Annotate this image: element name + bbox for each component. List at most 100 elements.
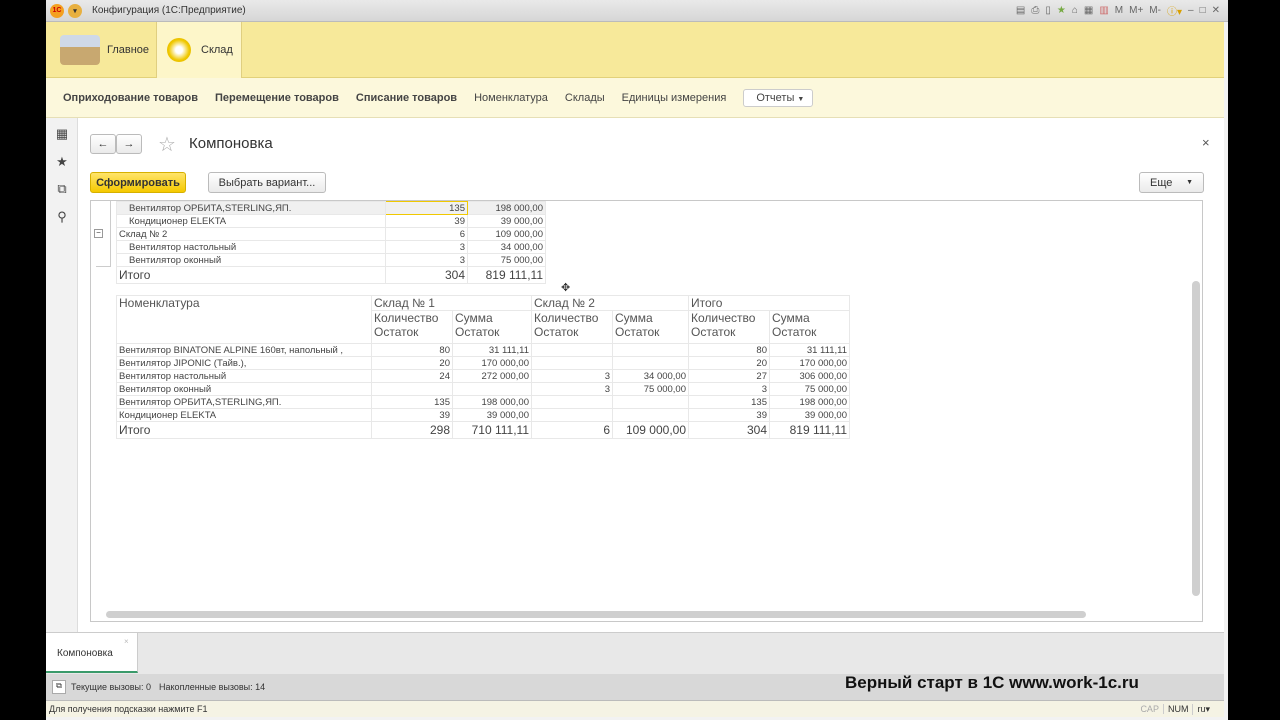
- cell-value: [612, 343, 689, 357]
- generate-button[interactable]: Сформировать: [90, 172, 186, 193]
- favorite-star-icon[interactable]: ☆: [158, 132, 176, 157]
- hint-bar: Для получения подсказки нажмите F1 CAP N…: [46, 700, 1224, 717]
- table-row: Вентилятор BINATONE ALPINE 160вт, наполь…: [116, 343, 850, 357]
- total-row: Итого 304 819 111,11: [116, 266, 546, 284]
- table-row: Вентилятор ОРБИТА,STERLING,ЯП. 135 198 000…: [116, 201, 546, 215]
- chevron-down-icon: ▼: [797, 95, 805, 103]
- cell-value: 170 000,00: [452, 356, 532, 370]
- language-indicator[interactable]: ru▾: [1192, 703, 1224, 715]
- info-icon[interactable]: ⓘ▾: [1167, 3, 1182, 18]
- print-icon[interactable]: ⎙: [1031, 5, 1039, 16]
- report-grouped-table: Вентилятор ОРБИТА,STERLING,ЯП. 135 198 000…: [116, 201, 546, 284]
- nav-transfer[interactable]: Перемещение товаров: [215, 92, 339, 104]
- menu-grid-icon[interactable]: ▦: [54, 126, 70, 142]
- maximize-button[interactable]: □: [1200, 5, 1206, 16]
- close-window-button[interactable]: ✕: [1212, 5, 1220, 16]
- horizontal-scrollbar[interactable]: [106, 611, 1086, 618]
- search-icon[interactable]: ⚲: [54, 209, 70, 225]
- close-tab-icon[interactable]: ×: [124, 637, 129, 646]
- cell-name: Вентилятор BINATONE ALPINE 160вт, наполь…: [116, 343, 372, 357]
- cell-value: 34 000,00: [612, 369, 689, 383]
- back-button[interactable]: ←: [90, 134, 116, 154]
- header-group: Склад № 2: [531, 295, 689, 311]
- window-title: Конфигурация (1С:Предприятие): [92, 5, 246, 16]
- title-bar: 1С ▾ Конфигурация (1С:Предприятие) ▤ ⎙ ▯ ★ ⌂…: [46, 0, 1228, 22]
- cell-name: Вентилятор оконный: [116, 382, 372, 396]
- cell-value: 20: [688, 356, 770, 370]
- cell-value: [531, 343, 613, 357]
- table-row: Вентилятор настольный 3 34 000,00: [116, 240, 546, 254]
- nav-nomenclature[interactable]: Номенклатура: [474, 92, 548, 104]
- cell-value: 20: [371, 356, 453, 370]
- close-form-button[interactable]: ×: [1202, 135, 1210, 150]
- cell-value: 24: [371, 369, 453, 383]
- cell-value: 31 111,11: [452, 343, 532, 357]
- table-row: Кондиционер ELEKTA 39 39 000,00: [116, 214, 546, 228]
- cell-value: 135: [371, 395, 453, 409]
- menu-dropdown-icon[interactable]: ▾: [68, 3, 82, 18]
- total-row: Итого 298 710 111,11 6 109 000,00 304 819 111,…: [116, 421, 850, 439]
- left-toolbar: ▦ ★ ⧉ ⚲: [46, 118, 78, 632]
- cell-value: 39: [371, 408, 453, 422]
- m-minus-button[interactable]: M-: [1149, 5, 1161, 16]
- cell-sum: 109 000,00: [467, 227, 546, 241]
- section-warehouse[interactable]: Склад: [156, 22, 242, 78]
- app-window: 1С ▾ Конфигурация (1С:Предприятие) ▤ ⎙ ▯ ★ ⌂…: [46, 0, 1228, 720]
- m-button[interactable]: M: [1115, 5, 1123, 16]
- more-button[interactable]: Еще ▼: [1139, 172, 1204, 193]
- cell-value: 39: [688, 408, 770, 422]
- cell-value: 198 000,00: [452, 395, 532, 409]
- section-label: Склад: [201, 44, 233, 56]
- forward-button[interactable]: →: [116, 134, 142, 154]
- cell-name: Кондиционер ELEKTA: [116, 214, 386, 228]
- cell-value: 272 000,00: [452, 369, 532, 383]
- home-icon[interactable]: ⌂: [1072, 5, 1078, 16]
- server-calls-icon[interactable]: ⧉: [52, 680, 66, 694]
- m-plus-button[interactable]: M+: [1129, 5, 1143, 16]
- cell-value: 135: [688, 395, 770, 409]
- choose-variant-button[interactable]: Выбрать вариант...: [208, 172, 326, 193]
- nav-warehouses[interactable]: Склады: [565, 92, 605, 104]
- open-windows-bar: Компоновка ×: [46, 632, 1224, 674]
- cell-name: Итого: [116, 421, 372, 439]
- warehouse-icon: [167, 38, 191, 62]
- sections-panel: Главное Склад: [46, 22, 1224, 78]
- table-row: Вентилятор JIPONIC (Тайв.), 20 170 000,00 2…: [116, 356, 850, 370]
- reports-dropdown[interactable]: Отчеты ▼: [743, 88, 814, 107]
- cell-value: [612, 408, 689, 422]
- table-row: Вентилятор оконный 3 75 000,00 3 75 000,00: [116, 382, 850, 396]
- cell-qty[interactable]: 135: [385, 201, 468, 215]
- table-row: Вентилятор ОРБИТА,STERLING,ЯП. 135 198 000…: [116, 395, 850, 409]
- header-group: Склад № 1: [371, 295, 532, 311]
- cell-value: 304: [688, 421, 770, 439]
- nav-receipt[interactable]: Оприходование товаров: [63, 92, 198, 104]
- favorites-icon[interactable]: ★: [1057, 5, 1066, 16]
- cell-value: [612, 356, 689, 370]
- cell-value: 710 111,11: [452, 421, 532, 439]
- save-icon[interactable]: ▤: [1016, 5, 1025, 16]
- cell-sum: 819 111,11: [467, 266, 546, 284]
- header-group: Итого: [688, 295, 850, 311]
- report-output[interactable]: − Вентилятор ОРБИТА,STERLING,ЯП. 135 198 0…: [90, 200, 1203, 622]
- hint-text: Для получения подсказки нажмите F1: [49, 704, 208, 714]
- page-title: Компоновка: [189, 135, 273, 152]
- nav-writeoff[interactable]: Списание товаров: [356, 92, 457, 104]
- cell-qty: 6: [385, 227, 468, 241]
- cell-value: [452, 382, 532, 396]
- cell-value: 31 111,11: [769, 343, 850, 357]
- vertical-scrollbar[interactable]: [1192, 281, 1200, 596]
- minimize-button[interactable]: –: [1188, 5, 1194, 16]
- cell-value: [531, 356, 613, 370]
- favorites-star-icon[interactable]: ★: [54, 154, 70, 170]
- cell-value: 6: [531, 421, 613, 439]
- cell-value: [371, 382, 453, 396]
- tab-kompanovka[interactable]: Компоновка ×: [46, 633, 138, 673]
- section-main[interactable]: Главное: [46, 22, 156, 78]
- app-logo-icon[interactable]: 1С: [50, 3, 64, 18]
- calendar-icon[interactable]: ▥: [1099, 5, 1108, 16]
- history-icon[interactable]: ⧉: [54, 181, 70, 197]
- nav-units[interactable]: Единицы измерения: [622, 92, 727, 104]
- collapse-group-icon[interactable]: −: [94, 229, 103, 238]
- preview-icon[interactable]: ▯: [1045, 5, 1051, 16]
- calculator-icon[interactable]: ▦: [1084, 5, 1093, 16]
